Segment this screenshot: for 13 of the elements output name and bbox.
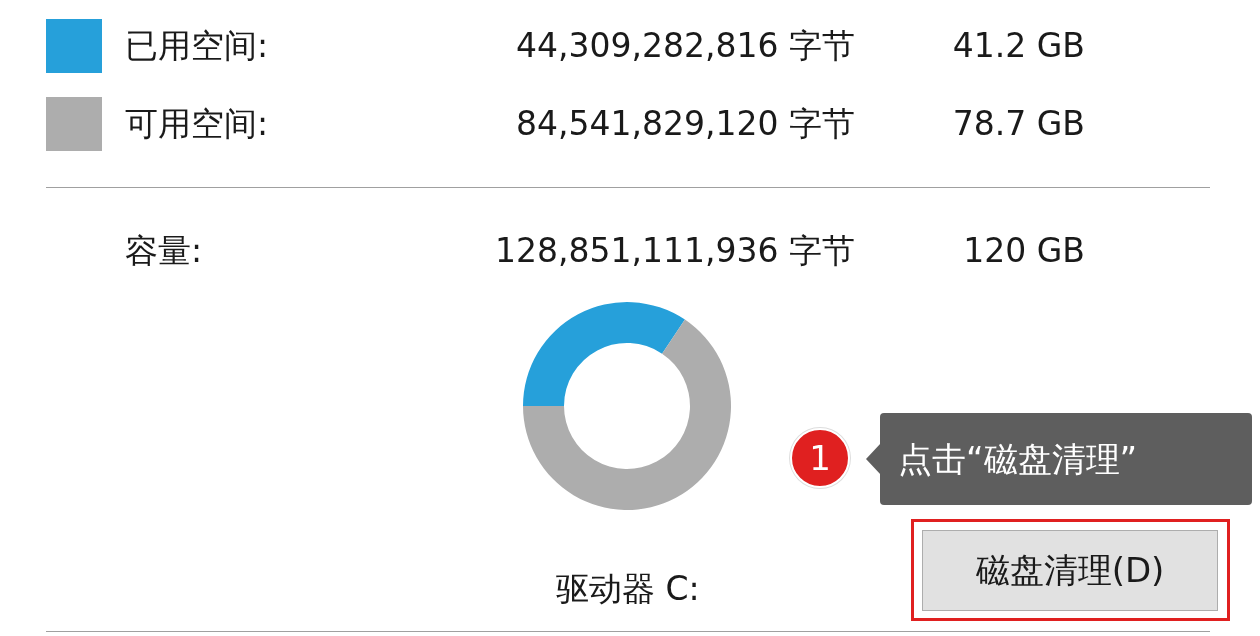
step-number-badge: 1: [790, 428, 850, 488]
size-value: 41.2 GB: [952, 26, 1085, 66]
legend-label: 可用空间:: [125, 104, 269, 144]
size-value: 120 GB: [963, 231, 1085, 270]
disk-cleanup-button[interactable]: 磁盘清理(D): [922, 530, 1218, 611]
byte-count: 84,541,829,120 字节: [516, 104, 855, 144]
drive-label: 驱动器 C:: [556, 569, 700, 608]
callout-tooltip: 点击“磁盘清理”: [880, 413, 1252, 505]
byte-count: 128,851,111,936 字节: [495, 231, 855, 270]
legend-label: 已用空间:: [125, 26, 269, 66]
byte-count: 44,309,282,816 字节: [516, 26, 855, 66]
size-value: 78.7 GB: [952, 104, 1085, 144]
capacity-label: 容量:: [125, 231, 203, 270]
